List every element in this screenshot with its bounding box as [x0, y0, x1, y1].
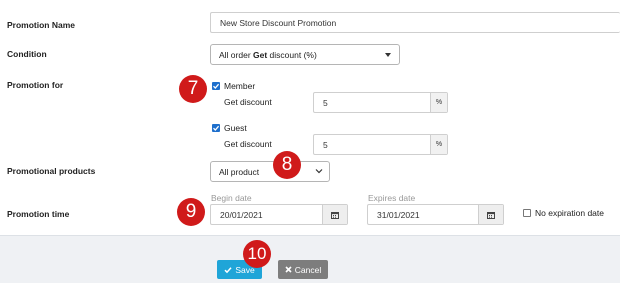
caret-down-icon	[385, 53, 391, 57]
expires-date-value: 31/01/2021	[377, 209, 420, 220]
guest-discount-label: Get discount	[224, 139, 272, 149]
cancel-button[interactable]: Cancel	[278, 260, 328, 279]
check-icon	[224, 266, 232, 273]
guest-label: Guest	[224, 123, 247, 133]
expires-date-label: Expires date	[368, 193, 416, 203]
promotion-name-input[interactable]: New Store Discount Promotion	[210, 12, 620, 33]
condition-label: Condition	[7, 49, 47, 59]
guest-discount-value: 5	[323, 139, 328, 150]
member-discount-label: Get discount	[224, 97, 272, 107]
percent-addon: %	[430, 135, 447, 154]
condition-value: All order Get discount (%)	[219, 49, 317, 60]
chevron-down-icon	[315, 169, 323, 174]
condition-select[interactable]: All order Get discount (%)	[210, 44, 400, 65]
annotation-badge-8: 8	[273, 151, 301, 179]
annotation-badge-9: 9	[177, 198, 205, 226]
promotional-products-value: All product	[219, 166, 260, 177]
calendar-icon[interactable]	[478, 205, 503, 224]
no-expiration-label: No expiration date	[535, 208, 604, 218]
cancel-label: Cancel	[294, 264, 322, 275]
promotional-products-select[interactable]: All product	[210, 161, 330, 182]
begin-date-input[interactable]: 20/01/2021	[210, 204, 348, 225]
promotion-name-label: Promotion Name	[7, 20, 76, 30]
member-discount-value: 5	[323, 97, 328, 108]
promotion-time-label: Promotion time	[7, 209, 70, 219]
percent-addon: %	[430, 93, 447, 112]
promotion-for-label: Promotion for	[7, 80, 64, 90]
close-icon	[285, 266, 292, 273]
begin-date-label: Begin date	[211, 193, 252, 203]
begin-date-value: 20/01/2021	[220, 209, 263, 220]
member-label: Member	[224, 81, 256, 91]
check-icon	[213, 125, 220, 131]
promotion-name-value: New Store Discount Promotion	[220, 17, 337, 28]
annotation-badge-10: 10	[243, 240, 271, 268]
guest-checkbox[interactable]	[212, 124, 220, 132]
no-expiration-checkbox[interactable]	[523, 209, 531, 217]
expires-date-input[interactable]: 31/01/2021	[367, 204, 504, 225]
calendar-icon[interactable]	[322, 205, 347, 224]
annotation-badge-7: 7	[179, 75, 207, 103]
guest-discount-input[interactable]: 5 %	[313, 134, 448, 155]
member-checkbox[interactable]	[212, 82, 220, 90]
check-icon	[213, 83, 220, 89]
member-discount-input[interactable]: 5 %	[313, 92, 448, 113]
promotional-products-label: Promotional products	[7, 166, 96, 176]
